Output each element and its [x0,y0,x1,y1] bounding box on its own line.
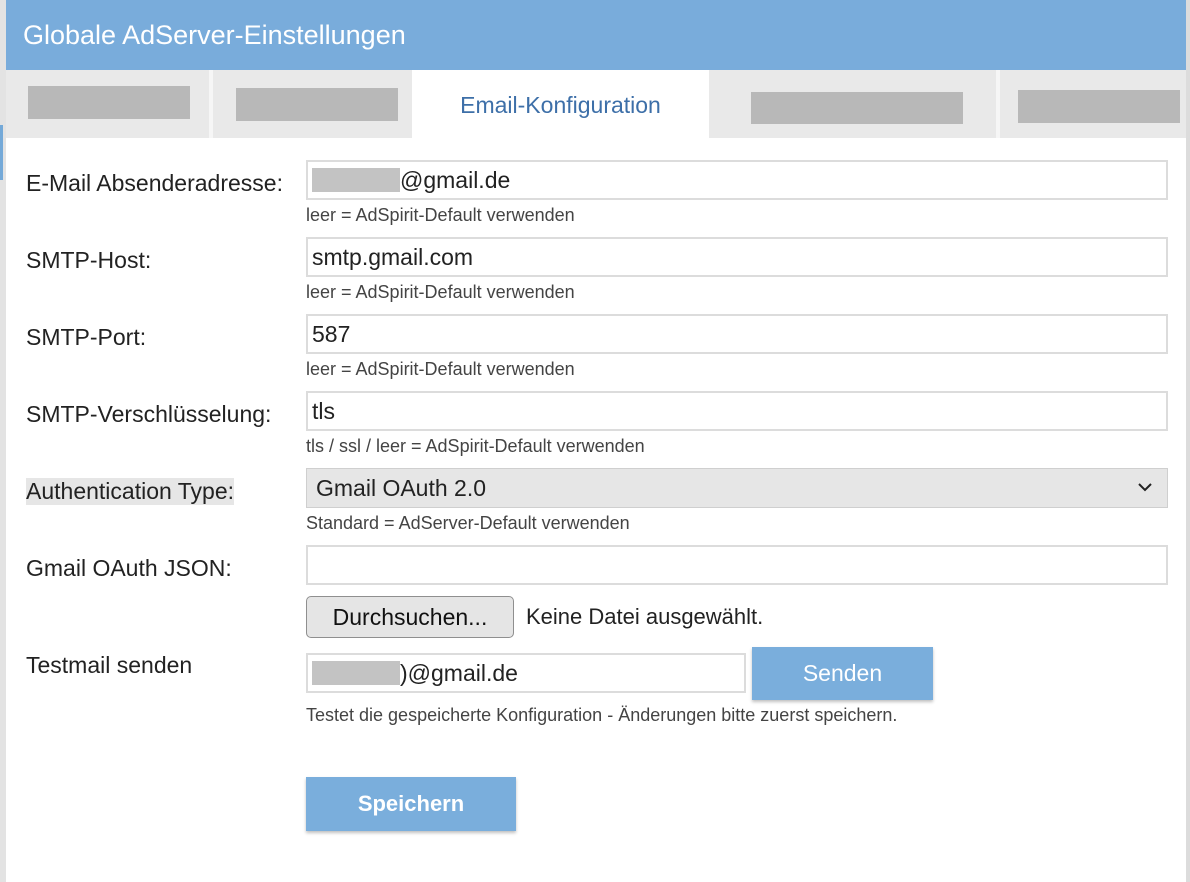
sender-email-field[interactable]: @gmail.de [306,160,1168,200]
testmail-label: Testmail senden [26,652,193,678]
auth-type-hint: Standard = AdServer-Default verwenden [306,513,630,533]
redacted-text [312,661,400,685]
auth-type-label: Authentication Type: [26,478,234,505]
tab-2[interactable] [213,70,412,138]
smtp-encryption-field[interactable]: tls [306,391,1168,431]
settings-dialog: Globale AdServer-Einstellungen Email-Kon… [6,0,1186,882]
smtp-encryption-label: SMTP-Verschlüsselung: [26,401,272,427]
redacted-tab-label [751,92,963,124]
redacted-text [312,168,400,192]
tab-email-konfiguration[interactable]: Email-Konfiguration [412,70,709,138]
dialog-title: Globale AdServer-Einstellungen [6,0,1186,70]
browse-button[interactable]: Durchsuchen... [306,596,514,638]
send-button[interactable]: Senden [752,647,933,700]
chevron-down-icon [1138,483,1152,492]
sender-hint: leer = AdSpirit-Default verwenden [306,205,575,225]
redacted-tab-label [1018,90,1180,123]
smtp-port-field[interactable]: 587 [306,314,1168,354]
auth-type-selected: Gmail OAuth 2.0 [316,475,487,501]
testmail-hint: Testet die gespeicherte Konfiguration - … [306,705,898,725]
tab-bar: Email-Konfiguration [6,70,1186,138]
smtp-host-hint: leer = AdSpirit-Default verwenden [306,282,575,302]
save-button[interactable]: Speichern [306,777,516,831]
smtp-port-label: SMTP-Port: [26,324,147,350]
redacted-tab-label [28,86,190,119]
tab-5[interactable] [1000,70,1186,138]
oauth-json-field[interactable] [306,545,1168,585]
right-edge [1186,0,1190,882]
redacted-tab-label [236,88,398,121]
smtp-host-label: SMTP-Host: [26,247,152,273]
testmail-field[interactable]: )@gmail.de [306,653,746,693]
auth-type-select[interactable]: Gmail OAuth 2.0 [306,468,1168,508]
tab-1[interactable] [6,70,209,138]
smtp-port-hint: leer = AdSpirit-Default verwenden [306,359,575,379]
oauth-json-label: Gmail OAuth JSON: [26,555,232,581]
testmail-value: )@gmail.de [400,660,518,686]
tab-4[interactable] [709,70,996,138]
smtp-encryption-hint: tls / ssl / leer = AdSpirit-Default verw… [306,436,645,456]
smtp-host-field[interactable]: smtp.gmail.com [306,237,1168,277]
tab-label: Email-Konfiguration [460,92,661,118]
sender-email-value: @gmail.de [400,167,511,193]
left-accent [0,125,3,180]
sender-label: E-Mail Absenderadresse: [26,170,283,196]
file-status: Keine Datei ausgewählt. [526,604,764,629]
